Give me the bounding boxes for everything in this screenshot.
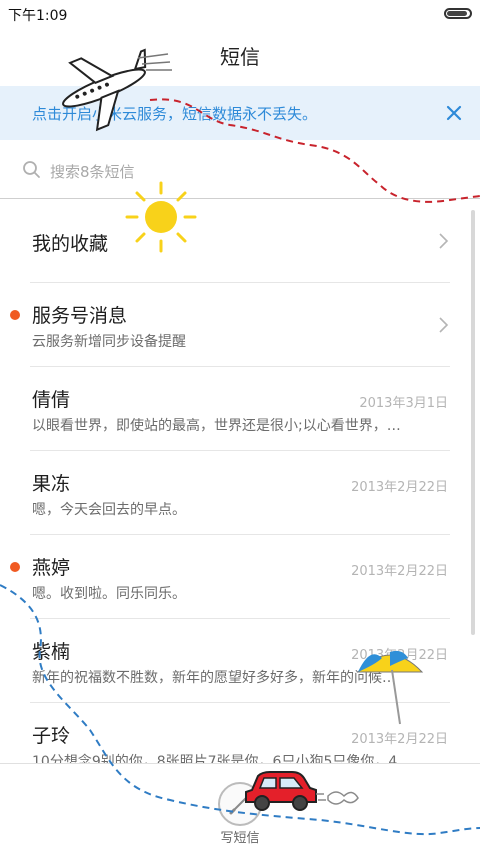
contact-name: 倩倩: [32, 389, 71, 411]
search-bar[interactable]: [0, 148, 480, 196]
conversation-row[interactable]: 紫楠 2013年2月22日 新年的祝福数不胜数，新年的愿望好多好多，新年的问候…: [30, 619, 450, 703]
message-preview: 以眼看世界，即使站的最高，世界还是很小;以心看世界，…: [32, 418, 401, 434]
message-date: 2013年2月22日: [351, 564, 448, 579]
conversation-row[interactable]: 倩倩 2013年3月1日 以眼看世界，即使站的最高，世界还是很小;以心看世界，…: [30, 367, 450, 451]
message-date: 2013年3月1日: [359, 396, 448, 411]
battery-icon: [444, 8, 472, 19]
status-time: 下午1:09: [8, 8, 68, 24]
status-bar: 下午1:09: [0, 0, 480, 28]
message-preview: 嗯。收到啦。同乐同乐。: [32, 586, 186, 602]
service-name: 服务号消息: [32, 305, 128, 327]
message-preview: 嗯，今天会回去的早点。: [32, 502, 186, 518]
compose-label[interactable]: 写短信: [0, 827, 480, 846]
contact-name: 燕婷: [32, 557, 71, 579]
compose-icon: [229, 795, 249, 815]
unread-dot: [10, 562, 20, 572]
chevron-right-icon: [439, 317, 449, 333]
compose-button[interactable]: [218, 782, 262, 826]
contact-name: 子玲: [32, 725, 71, 747]
close-icon[interactable]: [440, 99, 468, 127]
message-list: 我的收藏 服务号消息 云服务新增同步设备提醒 倩倩 2013年3月1日 以眼看世…: [0, 199, 480, 787]
chevron-right-icon: [439, 233, 449, 249]
service-preview: 云服务新增同步设备提醒: [32, 334, 186, 350]
contact-name: 果冻: [32, 473, 71, 495]
favorites-label: 我的收藏: [32, 233, 109, 255]
unread-dot: [10, 310, 20, 320]
battery-level: [447, 11, 467, 16]
bottom-bar: 写短信: [0, 763, 480, 854]
message-date: 2013年2月22日: [351, 648, 448, 663]
conversation-row[interactable]: 果冻 2013年2月22日 嗯，今天会回去的早点。: [30, 451, 450, 535]
search-input[interactable]: [48, 158, 412, 186]
service-messages-row[interactable]: 服务号消息 云服务新增同步设备提醒: [10, 283, 450, 367]
page-title: 短信: [220, 45, 260, 69]
cloud-service-banner[interactable]: 点击开启小米云服务，短信数据永不丢失。: [0, 86, 480, 140]
conversation-row[interactable]: 燕婷 2013年2月22日 嗯。收到啦。同乐同乐。: [10, 535, 450, 619]
contact-name: 紫楠: [32, 641, 71, 663]
message-date: 2013年2月22日: [351, 732, 448, 747]
message-date: 2013年2月22日: [351, 480, 448, 495]
scrollbar[interactable]: [471, 210, 475, 635]
favorites-row[interactable]: 我的收藏: [30, 199, 450, 283]
banner-text[interactable]: 点击开启小米云服务，短信数据永不丢失。: [32, 103, 317, 124]
message-preview: 新年的祝福数不胜数，新年的愿望好多好多，新年的问候…: [32, 670, 396, 686]
search-icon: [23, 161, 40, 178]
